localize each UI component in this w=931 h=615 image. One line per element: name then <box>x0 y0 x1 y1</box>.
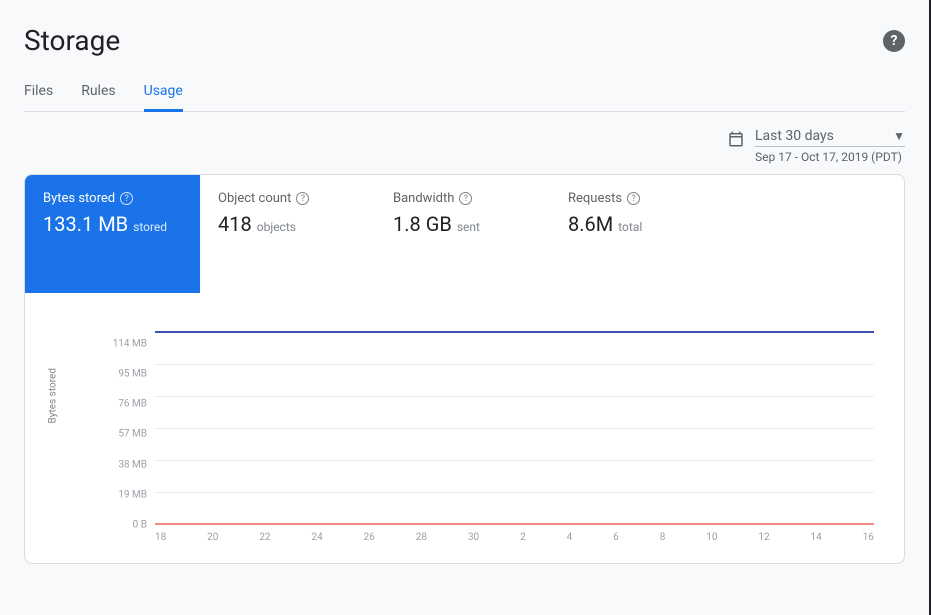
x-tick: 14 <box>811 532 822 543</box>
metric-label: Bandwidth <box>393 191 454 206</box>
metric-value: 1.8 GB <box>393 212 452 236</box>
metric-requests[interactable]: Requests ? 8.6M total <box>550 175 725 293</box>
x-tick: 2 <box>520 532 526 543</box>
metric-suffix: objects <box>257 220 296 234</box>
calendar-icon <box>727 130 745 148</box>
y-tick: 57 MB <box>102 429 147 440</box>
chart-gridline <box>155 364 874 365</box>
metric-label: Object count <box>218 191 291 206</box>
metric-bytes-stored[interactable]: Bytes stored ? 133.1 MB stored <box>25 175 200 293</box>
x-tick: 24 <box>311 532 322 543</box>
chart-gridline <box>155 460 874 461</box>
y-tick: 0 B <box>102 519 147 530</box>
info-icon[interactable]: ? <box>627 192 640 205</box>
info-icon[interactable]: ? <box>296 192 309 205</box>
tab-rules[interactable]: Rules <box>81 75 115 112</box>
chart-gridline <box>155 492 874 493</box>
metric-value: 8.6M <box>568 212 613 236</box>
chart-series-baseline <box>155 523 874 525</box>
x-tick: 8 <box>660 532 666 543</box>
x-tick: 22 <box>259 532 270 543</box>
y-tick: 19 MB <box>102 489 147 500</box>
x-axis-ticks: 18202224262830246810121416 <box>155 532 874 543</box>
metric-object-count[interactable]: Object count ? 418 objects <box>200 175 375 293</box>
x-tick: 12 <box>758 532 769 543</box>
metric-suffix: total <box>618 220 642 234</box>
tabs: Files Rules Usage <box>24 75 905 112</box>
metric-bandwidth[interactable]: Bandwidth ? 1.8 GB sent <box>375 175 550 293</box>
y-axis-label: Bytes stored <box>48 368 59 423</box>
chart-area: Bytes stored 0 B 19 MB 38 MB 57 MB 76 MB 95 M… <box>25 293 904 563</box>
x-tick: 30 <box>468 532 479 543</box>
metric-value: 133.1 MB <box>43 212 128 236</box>
x-tick: 4 <box>567 532 573 543</box>
help-icon[interactable]: ? <box>883 30 905 52</box>
x-tick: 16 <box>863 532 874 543</box>
metrics-row: Bytes stored ? 133.1 MB stored Object co… <box>25 175 904 293</box>
metric-suffix: sent <box>457 220 480 234</box>
x-tick: 28 <box>416 532 427 543</box>
metric-value: 418 <box>218 212 252 236</box>
x-tick: 18 <box>155 532 166 543</box>
y-axis-ticks: 0 B19 MB38 MB57 MB76 MB95 MB114 MB <box>102 333 147 525</box>
info-icon[interactable]: ? <box>459 192 472 205</box>
x-tick: 10 <box>706 532 717 543</box>
date-range-picker[interactable]: Last 30 days ▼ Sep 17 - Oct 17, 2019 (PD… <box>727 128 905 164</box>
metric-label: Requests <box>568 191 622 206</box>
date-range-sub: Sep 17 - Oct 17, 2019 (PDT) <box>755 150 905 164</box>
info-icon[interactable]: ? <box>120 192 133 205</box>
metric-suffix: stored <box>133 220 167 234</box>
y-tick: 95 MB <box>102 369 147 380</box>
chart-gridline <box>155 396 874 397</box>
metric-label: Bytes stored <box>43 191 115 206</box>
usage-card: Bytes stored ? 133.1 MB stored Object co… <box>24 174 905 564</box>
tab-usage[interactable]: Usage <box>144 75 183 112</box>
chart-plot <box>155 333 874 525</box>
x-tick: 20 <box>207 532 218 543</box>
chevron-down-icon: ▼ <box>893 129 905 143</box>
date-range-label: Last 30 days <box>755 128 834 144</box>
chart-series-bytes-stored <box>155 331 874 333</box>
y-tick: 38 MB <box>102 459 147 470</box>
tab-files[interactable]: Files <box>24 75 53 112</box>
y-tick: 76 MB <box>102 399 147 410</box>
x-tick: 6 <box>613 532 619 543</box>
y-tick: 114 MB <box>102 339 147 350</box>
chart-gridline <box>155 428 874 429</box>
page-title: Storage <box>24 24 120 57</box>
x-tick: 26 <box>364 532 375 543</box>
